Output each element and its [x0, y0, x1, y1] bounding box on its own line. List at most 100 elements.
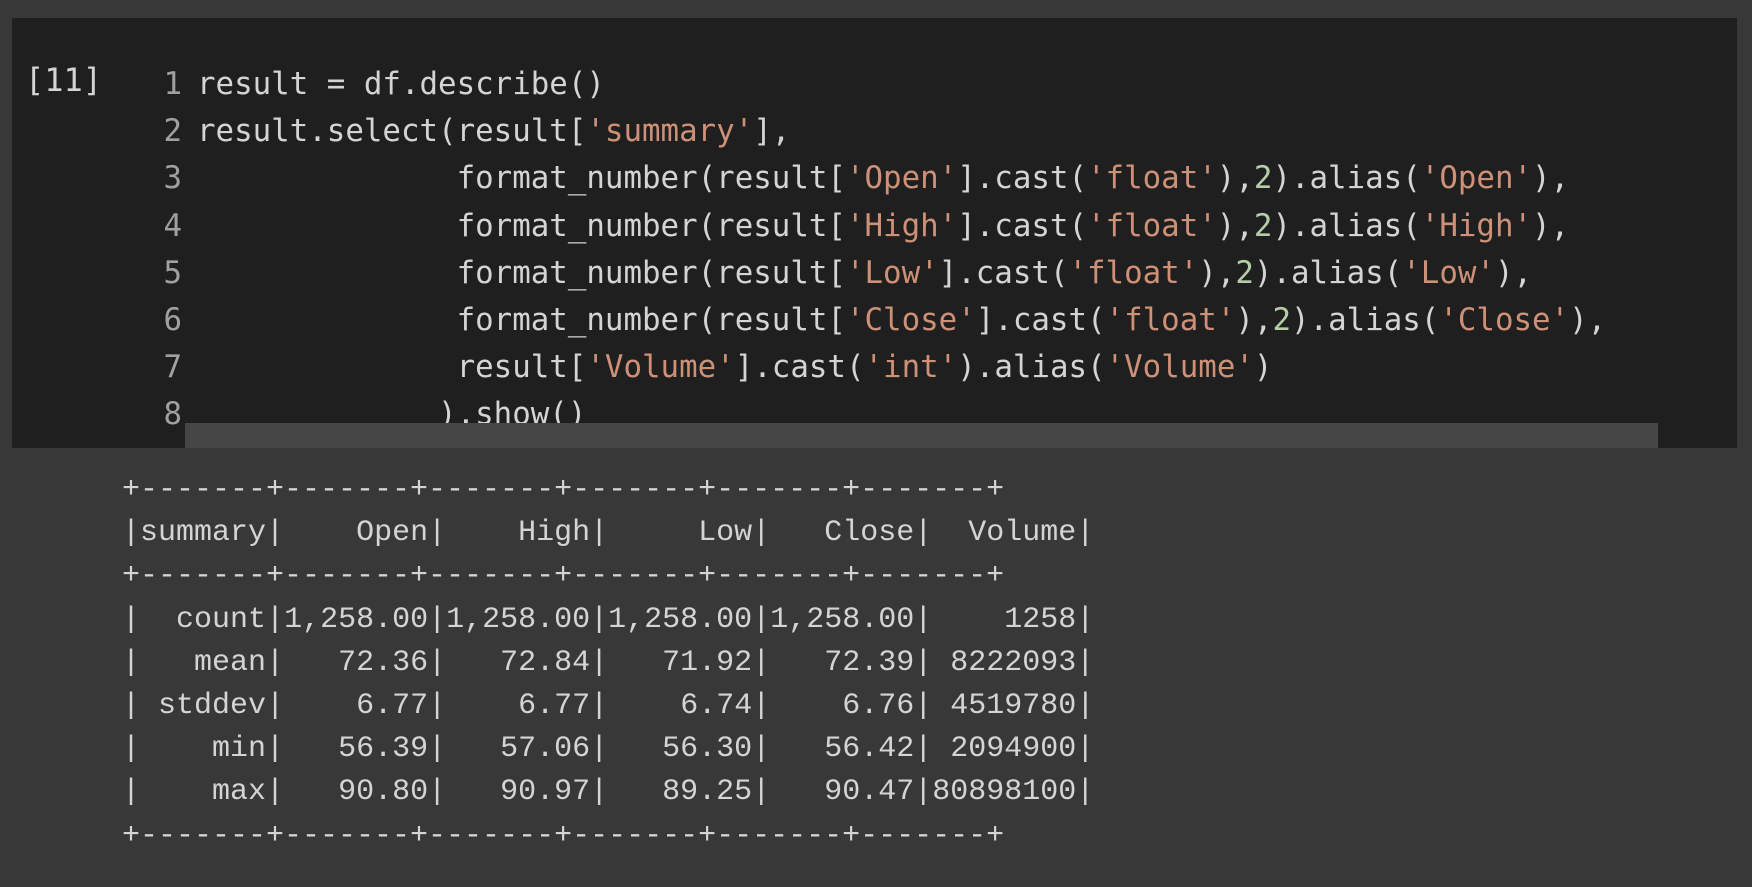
code-token: ],	[753, 113, 791, 150]
table-cell: 2094900	[950, 732, 1077, 767]
line-number: 4	[163, 207, 182, 244]
code-token: ),	[1216, 160, 1254, 197]
table-cell: 1,258.00	[608, 602, 753, 637]
string-token: 'High'	[1420, 207, 1533, 244]
code-token: format_number(result[	[197, 302, 846, 338]
code-token: ].cast(	[938, 254, 1069, 291]
code-token: ].cast(	[957, 160, 1087, 197]
table-cell: 1,258.00	[446, 602, 591, 637]
row-label-cell: stddev	[158, 689, 267, 724]
table-cell: 72.39	[824, 645, 915, 680]
table-cell: 1,258.00	[284, 602, 429, 637]
row-label-cell: mean	[194, 645, 267, 680]
string-token: 'float'	[1087, 160, 1217, 197]
table-cell: 1258	[1004, 602, 1077, 637]
string-token: 'int'	[864, 349, 958, 386]
table-header-cell: Open	[356, 516, 429, 551]
code-text[interactable]: format_number(result['Close'].cast('floa…	[197, 297, 1607, 344]
line-number: 7	[163, 349, 182, 386]
table-header-cell: Close	[824, 516, 915, 551]
table-cell: 8222093	[950, 645, 1077, 680]
code-token: ).alias(	[957, 349, 1106, 386]
line-number: 8	[163, 396, 182, 433]
number-token: 2	[1253, 160, 1273, 197]
row-label-cell: max	[212, 775, 267, 810]
code-editor[interactable]: 1 result = df.describe() 2 result.select(re…	[132, 61, 1712, 441]
code-token: ),	[1216, 207, 1254, 244]
line-number: 1	[163, 66, 182, 102]
code-token: ),	[1532, 207, 1570, 244]
table-cell: 6.77	[518, 689, 591, 724]
horizontal-scrollbar[interactable]	[185, 423, 1658, 448]
table-cell: 4519780	[950, 689, 1077, 724]
table-cell: 90.97	[500, 775, 591, 810]
string-token: 'summary'	[586, 113, 754, 150]
code-token: ].cast(	[957, 207, 1087, 244]
number-token: 2	[1253, 207, 1273, 244]
code-token: )	[1253, 349, 1273, 386]
table-cell: 90.80	[338, 775, 429, 810]
code-token: format_number(result[	[197, 254, 846, 291]
code-token: ),	[1235, 302, 1273, 338]
row-label-cell: count	[176, 602, 267, 637]
line-number: 6	[163, 302, 182, 338]
table-header-cell: High	[518, 516, 591, 551]
code-token: ).alias(	[1253, 254, 1403, 291]
cell-output: +-------+-------+-------+-------+-------…	[122, 473, 1095, 853]
code-token: result.select(result[	[197, 113, 587, 150]
table-cell: 6.77	[356, 689, 429, 724]
code-text[interactable]: format_number(result[ 'Open' ].cast('float…	[197, 155, 1570, 202]
table-cell: 90.47	[824, 775, 915, 810]
code-token: ).alias(	[1272, 160, 1421, 197]
code-cell[interactable]: [11] 1 result = df.describe() 2 result.sele…	[12, 18, 1737, 448]
code-token: ].cast(	[734, 349, 865, 386]
code-token: format_number(result[	[197, 207, 846, 244]
table-cell: 72.84	[500, 645, 591, 680]
string-token: 'Volume'	[586, 349, 735, 386]
string-token: 'High'	[845, 207, 958, 244]
table-cell: 71.92	[662, 645, 753, 680]
string-token: 'float'	[1087, 207, 1217, 244]
row-label-cell: min	[212, 732, 267, 767]
line-number: 3	[163, 160, 182, 197]
table-cell: 89.25	[662, 775, 753, 810]
table-cell: 57.06	[500, 732, 591, 767]
code-token: ),	[1532, 160, 1570, 197]
string-token: 'Low'	[845, 254, 939, 291]
execution-count: [11]	[25, 61, 103, 99]
table-cell: 1,258.00	[770, 602, 915, 637]
code-text[interactable]: result.select(result['summary'],	[197, 108, 790, 155]
code-text[interactable]: format_number(result['Low'].cast('float'…	[197, 250, 1533, 297]
line-number: 2	[163, 113, 182, 150]
code-token: result[	[197, 349, 587, 386]
string-token: 'float'	[1068, 254, 1199, 291]
code-token: ),	[1569, 302, 1607, 338]
table-cell: 6.74	[680, 689, 753, 724]
code-text[interactable]: result['Volume'].cast('int').alias('Volu…	[197, 344, 1273, 391]
string-token: 'Open'	[1420, 160, 1533, 197]
code-text[interactable]: result = df.describe()	[197, 61, 605, 108]
table-cell: 56.42	[824, 732, 915, 767]
table-cell: 80898100	[932, 775, 1077, 810]
string-token: 'Close'	[1439, 302, 1570, 338]
string-token: 'Volume'	[1105, 349, 1254, 386]
table-header-cell: Volume	[968, 516, 1077, 551]
number-token: 2	[1272, 302, 1291, 338]
code-token: format_number(result[	[197, 160, 846, 197]
code-text[interactable]: format_number(result['High'].cast('float…	[197, 203, 1570, 250]
table-header-cell: summary	[140, 516, 267, 551]
table-header-cell: Low	[698, 516, 753, 551]
code-token: ),	[1198, 254, 1236, 291]
table-cell: 56.30	[662, 732, 753, 767]
number-token: 2	[1235, 254, 1254, 291]
code-token: result = df.describe()	[197, 66, 605, 102]
code-token: ).alias(	[1272, 207, 1421, 244]
table-cell: 72.36	[338, 645, 429, 680]
string-token: 'float'	[1105, 302, 1236, 338]
table-cell: 56.39	[338, 732, 429, 767]
code-token: ].cast(	[975, 302, 1106, 338]
string-token: 'Close'	[845, 302, 976, 338]
line-number: 5	[163, 254, 182, 291]
code-token: ),	[1494, 254, 1533, 291]
string-token: 'Low'	[1402, 254, 1495, 291]
